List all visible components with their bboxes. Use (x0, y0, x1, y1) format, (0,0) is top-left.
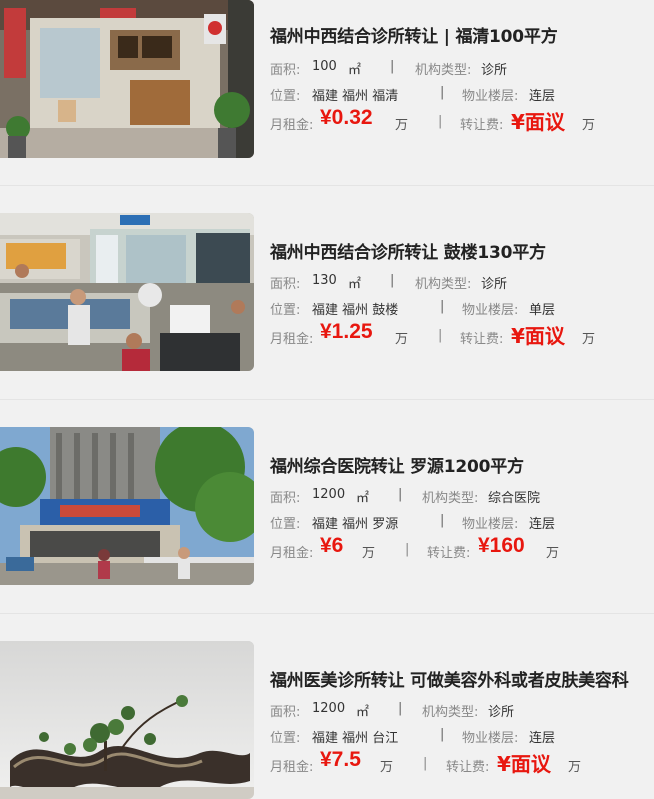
divider (0, 613, 654, 614)
rent-label: 月租金: (270, 760, 314, 775)
floor-value: 连层 (529, 517, 556, 532)
area-value: 100 (312, 59, 337, 74)
area-value: 130 (312, 273, 337, 288)
rent-price: ¥6 (320, 534, 344, 557)
separator: | (438, 328, 443, 343)
location-label: 位置: (270, 89, 301, 104)
rent-price: ¥7.5 (320, 748, 361, 771)
type-label: 机构类型: (415, 277, 472, 292)
separator: | (440, 85, 445, 100)
floor-label: 物业楼层: (462, 89, 519, 104)
location-value: 福建 福州 福清 (312, 89, 399, 104)
listing-photo-aesthetic-clinic[interactable] (0, 641, 254, 799)
floor-label: 物业楼层: (462, 517, 519, 532)
fee-unit: 万 (568, 760, 582, 775)
location-label: 位置: (270, 731, 301, 746)
listing-card[interactable]: 福州综合医院转让 罗源1200平方 面积: 1200 ㎡ | 机构类型: 综合医… (0, 399, 654, 613)
floor-label: 物业楼层: (462, 303, 519, 318)
listing-card[interactable]: 福州中西结合诊所转让 | 福清100平方 面积: 100 ㎡ | 机构类型: 诊… (0, 0, 654, 214)
separator: | (440, 299, 445, 314)
listing-title[interactable]: 福州综合医院转让 罗源1200平方 (270, 452, 524, 477)
type-label: 机构类型: (422, 705, 479, 720)
fee-unit: 万 (582, 332, 596, 347)
fee-label: 转让费: (446, 760, 490, 775)
fee-price: ¥面议 (497, 752, 551, 776)
listing-card[interactable]: 福州医美诊所转让 可做美容外科或者皮肤美容科 面积: 1200 ㎡ | 机构类型… (0, 613, 654, 799)
area-unit: ㎡ (348, 277, 362, 292)
rent-unit: 万 (395, 118, 409, 133)
listing-photo-clinic-interior[interactable] (0, 0, 254, 158)
listing-title[interactable]: 福州医美诊所转让 可做美容外科或者皮肤美容科 (270, 666, 629, 691)
rent-label: 月租金: (270, 332, 314, 347)
type-value: 综合医院 (488, 491, 541, 506)
area-label: 面积: (270, 277, 301, 292)
listing-title[interactable]: 福州中西结合诊所转让 | 福清100平方 (270, 22, 558, 47)
pharmacy-interior-photo (0, 213, 254, 371)
type-value: 诊所 (481, 277, 508, 292)
fee-label: 转让费: (460, 332, 504, 347)
location-value: 福建 福州 鼓楼 (312, 303, 399, 318)
fee-unit: 万 (582, 118, 596, 133)
separator: | (390, 59, 395, 74)
listing-photo-pharmacy[interactable] (0, 213, 254, 371)
rent-label: 月租金: (270, 546, 314, 561)
area-value: 1200 (312, 487, 346, 502)
location-label: 位置: (270, 517, 301, 532)
location-value: 福建 福州 台江 (312, 731, 399, 746)
separator: | (398, 487, 403, 502)
area-label: 面积: (270, 63, 301, 78)
separator: | (440, 513, 445, 528)
fee-label: 转让费: (460, 118, 504, 133)
rent-unit: 万 (362, 546, 376, 561)
divider (0, 399, 654, 400)
separator: | (398, 701, 403, 716)
type-label: 机构类型: (415, 63, 472, 78)
type-value: 诊所 (488, 705, 515, 720)
area-unit: ㎡ (348, 63, 362, 78)
location-value: 福建 福州 罗源 (312, 517, 399, 532)
divider (0, 185, 654, 186)
rent-unit: 万 (380, 760, 394, 775)
separator: | (423, 756, 428, 771)
rent-price: ¥1.25 (320, 320, 373, 343)
bonsai-decor-photo (0, 641, 254, 799)
area-value: 1200 (312, 701, 346, 716)
floor-label: 物业楼层: (462, 731, 519, 746)
fee-price: ¥面议 (511, 324, 565, 348)
area-label: 面积: (270, 491, 301, 506)
listing-list: 福州中西结合诊所转让 | 福清100平方 面积: 100 ㎡ | 机构类型: 诊… (0, 0, 654, 799)
floor-value: 单层 (529, 303, 556, 318)
fee-unit: 万 (546, 546, 560, 561)
fee-price: ¥面议 (511, 110, 565, 134)
listing-title[interactable]: 福州中西结合诊所转让 鼓楼130平方 (270, 238, 546, 263)
fee-label: 转让费: (427, 546, 471, 561)
area-unit: ㎡ (356, 491, 370, 506)
rent-unit: 万 (395, 332, 409, 347)
separator: | (438, 114, 443, 129)
hospital-exterior-photo (0, 427, 254, 585)
type-label: 机构类型: (422, 491, 479, 506)
rent-label: 月租金: (270, 118, 314, 133)
clinic-storefront-photo (0, 0, 254, 158)
area-unit: ㎡ (356, 705, 370, 720)
area-label: 面积: (270, 705, 301, 720)
type-value: 诊所 (481, 63, 508, 78)
rent-price: ¥0.32 (320, 106, 373, 129)
floor-value: 连层 (529, 731, 556, 746)
floor-value: 连层 (529, 89, 556, 104)
separator: | (440, 727, 445, 742)
fee-price: ¥160 (478, 534, 525, 557)
listing-photo-hospital[interactable] (0, 427, 254, 585)
listing-card[interactable]: 福州中西结合诊所转让 鼓楼130平方 面积: 130 ㎡ | 机构类型: 诊所 … (0, 185, 654, 399)
location-label: 位置: (270, 303, 301, 318)
separator: | (390, 273, 395, 288)
separator: | (405, 542, 410, 557)
